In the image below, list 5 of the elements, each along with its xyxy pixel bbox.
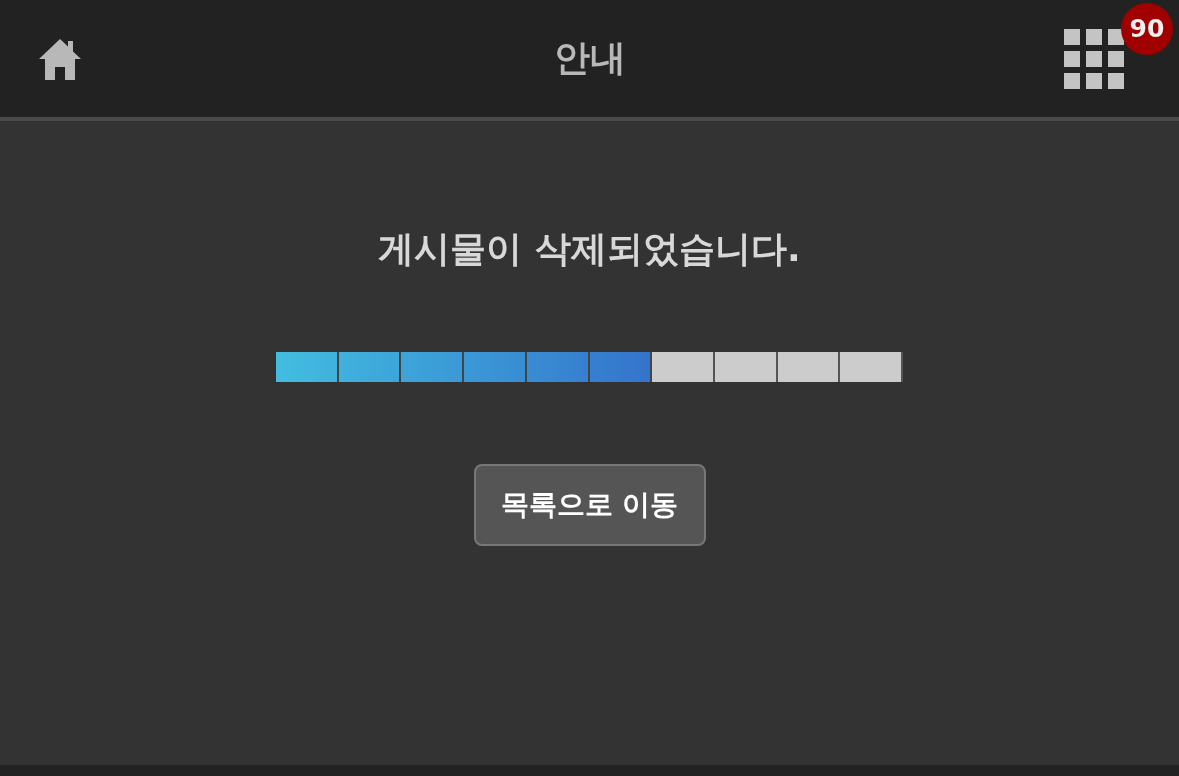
page-title: 안내 [553, 36, 626, 80]
notification-badge: 90 [1121, 2, 1173, 55]
app-grid-icon[interactable] [1064, 28, 1124, 89]
message-text: 게시물이 삭제되었습니다. [378, 227, 801, 271]
go-to-list-button[interactable]: 목록으로 이동 [473, 464, 706, 546]
